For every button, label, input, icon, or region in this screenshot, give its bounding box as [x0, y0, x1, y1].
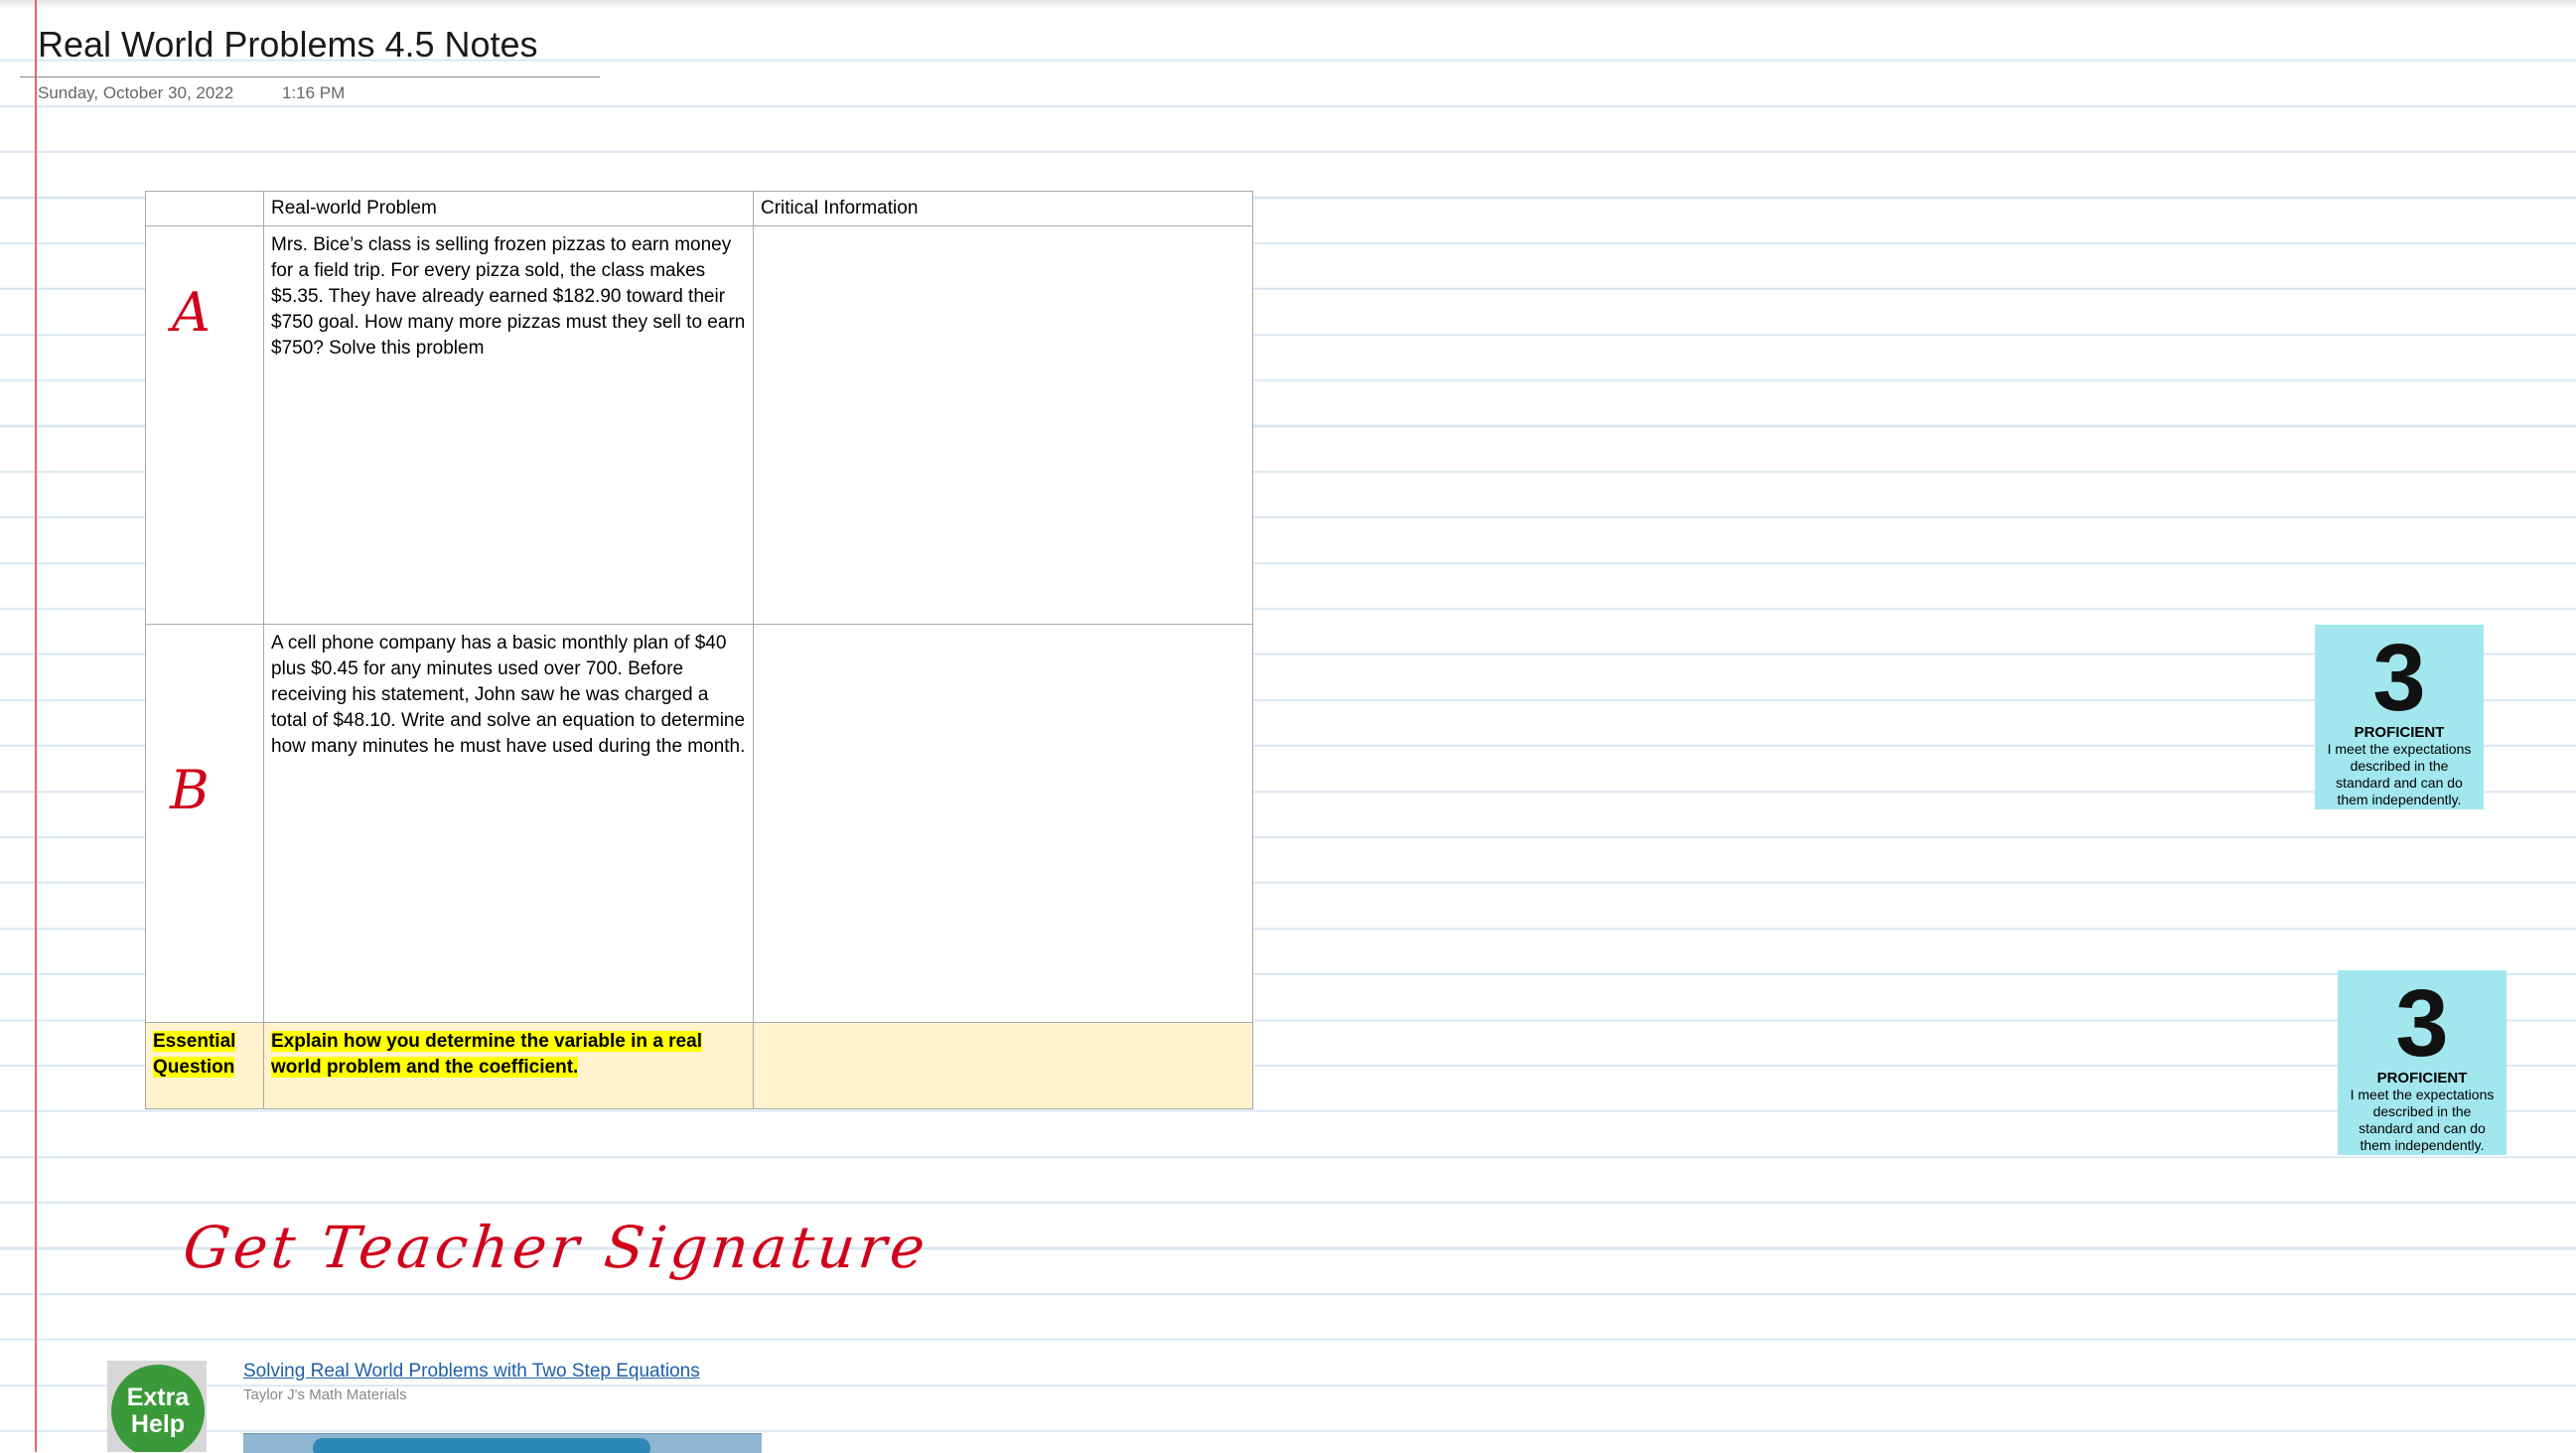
essential-question-row: Essential Question Explain how you deter…: [145, 1022, 1253, 1109]
problem-cell-b[interactable]: A cell phone company has a basic monthly…: [263, 624, 754, 1023]
badge-desc-line: them independently.: [2337, 792, 2462, 807]
essential-question-label-cell[interactable]: Essential Question: [145, 1022, 264, 1109]
handwritten-teacher-signature-note[interactable]: Get Teacher Signature: [180, 1214, 931, 1281]
extra-help-video-link[interactable]: Solving Real World Problems with Two Ste…: [243, 1361, 700, 1382]
badge-score: 3: [2395, 970, 2449, 1077]
badge-desc-line: described in the: [2372, 1103, 2472, 1119]
extra-help-video-source: Taylor J's Math Materials: [243, 1386, 407, 1403]
handwritten-letter-b: B: [170, 759, 210, 821]
page-time: 1:16 PM: [282, 83, 346, 102]
table-row: B A cell phone company has a basic month…: [145, 624, 1253, 1023]
table-row: A Mrs. Bice’s class is selling frozen pi…: [145, 225, 1253, 625]
essential-question-line1: Explain how you determine the variable i…: [271, 1031, 702, 1052]
badge-description: I meet the expectations described in the…: [2338, 1087, 2506, 1154]
header-cell-label[interactable]: [145, 191, 264, 226]
badge-desc-line: I meet the expectations: [2350, 1087, 2495, 1102]
badge-level: PROFICIENT: [2376, 1070, 2468, 1087]
header-cell-problem[interactable]: Real-world Problem: [263, 191, 754, 226]
page-date: Sunday, October 30, 2022: [38, 83, 234, 102]
header-cell-critical[interactable]: Critical Information: [753, 191, 1253, 226]
badge-desc-line: them independently.: [2360, 1137, 2485, 1153]
badge-desc-line: standard and can do: [2359, 1120, 2486, 1136]
proficient-badge[interactable]: 3 PROFICIENT I meet the expectations des…: [2315, 625, 2484, 809]
essential-question-text-cell[interactable]: Explain how you determine the variable i…: [263, 1022, 754, 1109]
title-underline: [20, 76, 600, 77]
problem-cell-a[interactable]: Mrs. Bice’s class is selling frozen pizz…: [263, 225, 754, 625]
critical-info-cell-b[interactable]: [753, 624, 1253, 1023]
extra-help-icon: Extra Help: [111, 1365, 205, 1452]
essential-question-line2: world problem and the coefficient.: [271, 1057, 579, 1078]
video-thumbnail[interactable]: [243, 1433, 762, 1453]
notes-table: Real-world Problem Critical Information …: [145, 191, 1253, 1109]
badge-desc-line: described in the: [2350, 758, 2449, 774]
page-title[interactable]: Real World Problems 4.5 Notes: [38, 24, 538, 66]
row-label-cell[interactable]: B: [145, 624, 264, 1023]
essential-answer-cell[interactable]: [753, 1022, 1253, 1109]
extra-help-line2: Help: [130, 1410, 186, 1438]
badge-description: I meet the expectations described in the…: [2315, 741, 2484, 808]
handwritten-letter-a: A: [172, 281, 211, 344]
badge-level: PROFICIENT: [2354, 724, 2445, 741]
badge-desc-line: standard and can do: [2336, 775, 2463, 791]
critical-info-cell-a[interactable]: [753, 225, 1253, 625]
essential-label-line2: Question: [153, 1057, 235, 1078]
video-thumbnail-graphic: [313, 1438, 650, 1453]
extra-help-line1: Extra: [126, 1383, 190, 1411]
row-label-cell[interactable]: A: [145, 225, 264, 625]
badge-score: 3: [2372, 625, 2426, 731]
essential-label-line1: Essential: [153, 1031, 236, 1052]
badge-desc-line: I meet the expectations: [2327, 741, 2472, 757]
notebook-margin-line: [35, 0, 37, 1452]
page-top-shadow: [0, 0, 2576, 8]
table-header-row: Real-world Problem Critical Information: [145, 191, 1253, 226]
extra-help-thumbnail[interactable]: Extra Help: [107, 1361, 207, 1452]
proficient-badge[interactable]: 3 PROFICIENT I meet the expectations des…: [2338, 970, 2506, 1155]
